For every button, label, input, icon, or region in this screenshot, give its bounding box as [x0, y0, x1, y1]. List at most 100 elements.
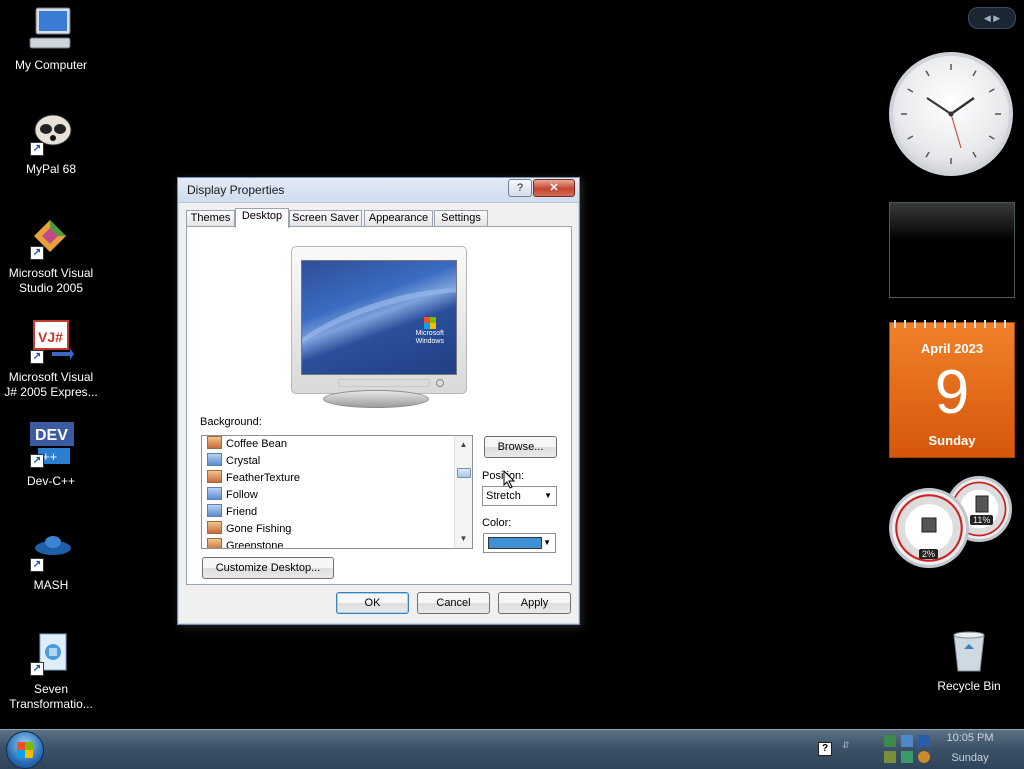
monitor-stand [323, 390, 429, 408]
svg-text:VJ#: VJ# [38, 329, 63, 345]
tab-screen-saver[interactable]: Screen Saver [289, 210, 362, 227]
color-label: Color: [482, 517, 512, 529]
window-title: Display Properties [187, 183, 285, 197]
desktop-icon-my-computer[interactable]: My Computer [1, 6, 101, 73]
list-item-label: Crystal [226, 455, 261, 467]
display-tray-icon[interactable] [901, 735, 913, 747]
tab-desktop[interactable]: Desktop [235, 208, 289, 228]
memory-usage-value: 11% [970, 515, 994, 525]
calendar-gadget[interactable]: April 2023 9 Sunday [889, 320, 1015, 458]
shortcut-arrow-icon: ↗ [30, 662, 44, 676]
security-icon[interactable] [901, 751, 913, 763]
taskbar: ? ⇵ 10:05 PM Sunday [0, 729, 1024, 769]
list-item[interactable]: Gone Fishing [202, 521, 472, 538]
shortcut-arrow-icon: ↗ [30, 558, 44, 572]
dropdown-arrow-icon: ▼ [544, 491, 552, 500]
monitor-bezel-bar [338, 379, 430, 387]
shortcut-arrow-icon: ↗ [30, 350, 44, 364]
computer-icon [28, 6, 74, 52]
cpu-usage-value: 2% [919, 549, 939, 559]
color-picker[interactable]: ▼ [483, 533, 556, 553]
desktop-icon-mash[interactable]: ↗ MASH [1, 526, 101, 593]
desktop-icon-seven-transformation[interactable]: ↗ Seven Transformatio... [1, 630, 101, 712]
desktop-icon-label: MASH [33, 578, 69, 592]
windows-logo-icon [17, 742, 33, 758]
list-item[interactable]: Coffee Bean [202, 436, 472, 453]
list-item[interactable]: Greenstone [202, 538, 472, 548]
memory-chip-icon [975, 495, 989, 513]
color-swatch [488, 537, 542, 549]
logo-text: Windows [415, 338, 444, 345]
desktop-icon-label: Seven Transformatio... [9, 682, 93, 711]
list-item[interactable]: Follow [202, 487, 472, 504]
logo-text: Microsoft [415, 330, 444, 337]
tab-themes[interactable]: Themes [186, 210, 235, 227]
tab-settings[interactable]: Settings [434, 210, 488, 227]
desktop-icon-vjsharp[interactable]: VJ# ↗ Microsoft Visual J# 2005 Expres... [1, 318, 101, 400]
search-tray-icon[interactable] [918, 751, 930, 763]
windows-xp-logo: Microsoft Windows [416, 317, 444, 346]
windows-flag-icon [423, 317, 436, 329]
clock-face [901, 64, 1001, 164]
title-bar[interactable]: Display Properties ? ✕ [178, 178, 579, 203]
monitor-power-icon [436, 379, 444, 387]
display-properties-window: Display Properties ? ✕ Themes Desktop Sc… [177, 177, 580, 625]
scroll-down-icon[interactable]: ▼ [455, 532, 472, 546]
dropdown-arrow-icon: ▼ [543, 538, 551, 547]
desktop-icon-label: Recycle Bin [937, 679, 1001, 693]
calendar-day: 9 [934, 358, 970, 427]
background-list[interactable]: Coffee Bean Crystal FeatherTexture Follo… [201, 435, 473, 549]
shortcut-arrow-icon: ↗ [30, 246, 44, 260]
desktop-icon-recycle-bin[interactable]: Recycle Bin [919, 627, 1019, 694]
list-item-label: Friend [226, 506, 258, 518]
image-icon [207, 436, 222, 449]
dev-cpp-icon: DEV ++ ↗ [28, 422, 74, 468]
scroll-up-icon[interactable]: ▲ [455, 438, 472, 452]
desktop-icon-devcpp[interactable]: DEV ++ ↗ Dev-C++ [1, 422, 101, 489]
list-item[interactable]: Crystal [202, 453, 472, 470]
apply-button[interactable]: Apply [498, 592, 571, 614]
monitor-tray-icon[interactable] [918, 735, 930, 747]
image-icon [207, 470, 222, 483]
taskbar-time[interactable]: 10:05 PM [940, 732, 1000, 744]
wallpaper-preview: Microsoft Windows [301, 260, 457, 375]
position-select[interactable]: Stretch ▼ [482, 486, 557, 506]
monitor-preview: Microsoft Windows [291, 246, 467, 394]
list-item[interactable]: Friend [202, 504, 472, 521]
image-icon [207, 453, 222, 466]
scroll-thumb[interactable] [457, 468, 471, 478]
desktop-icon-visual-studio[interactable]: ↗ Microsoft Visual Studio 2005 [1, 214, 101, 296]
taskbar-day[interactable]: Sunday [940, 752, 1000, 764]
desktop-icon-label: MyPal 68 [25, 162, 77, 176]
volume-icon[interactable] [884, 751, 896, 763]
mash-icon: ↗ [28, 526, 74, 572]
network-icon[interactable] [884, 735, 896, 747]
gadget-nav-control[interactable]: ◀ ▶ [968, 7, 1016, 29]
image-icon [207, 504, 222, 517]
list-scrollbar[interactable]: ▲ ▼ [454, 436, 472, 548]
desktop-tab-panel: Microsoft Windows Background: Coffee Bea… [186, 226, 572, 585]
shortcut-arrow-icon: ↗ [30, 142, 44, 156]
svg-text:++: ++ [42, 449, 57, 464]
start-button[interactable] [6, 731, 44, 769]
customize-desktop-button[interactable]: Customize Desktop... [202, 557, 334, 579]
image-icon [207, 487, 222, 500]
cpu-chip-icon [921, 517, 937, 533]
desktop-icon-label: My Computer [14, 58, 88, 72]
list-item[interactable]: FeatherTexture [202, 470, 472, 487]
shortcut-arrow-icon: ↗ [30, 454, 44, 468]
slideshow-gadget[interactable] [889, 202, 1015, 298]
clock-gadget[interactable] [889, 52, 1013, 176]
list-item-label: Gone Fishing [226, 523, 292, 535]
ok-button[interactable]: OK [336, 592, 409, 614]
vj-sharp-icon: VJ# ↗ [28, 318, 74, 364]
notification-arrow-icon[interactable]: ⇵ [842, 740, 850, 751]
calendar-weekday: Sunday [928, 433, 976, 448]
cancel-button[interactable]: Cancel [417, 592, 490, 614]
help-button[interactable]: ? [508, 179, 532, 197]
tab-appearance[interactable]: Appearance [364, 210, 433, 227]
desktop-icon-mypal[interactable]: ↗ MyPal 68 [1, 110, 101, 177]
close-button[interactable]: ✕ [533, 179, 575, 197]
help-tray-icon[interactable]: ? [818, 742, 832, 756]
browse-button[interactable]: Browse... [484, 436, 557, 458]
